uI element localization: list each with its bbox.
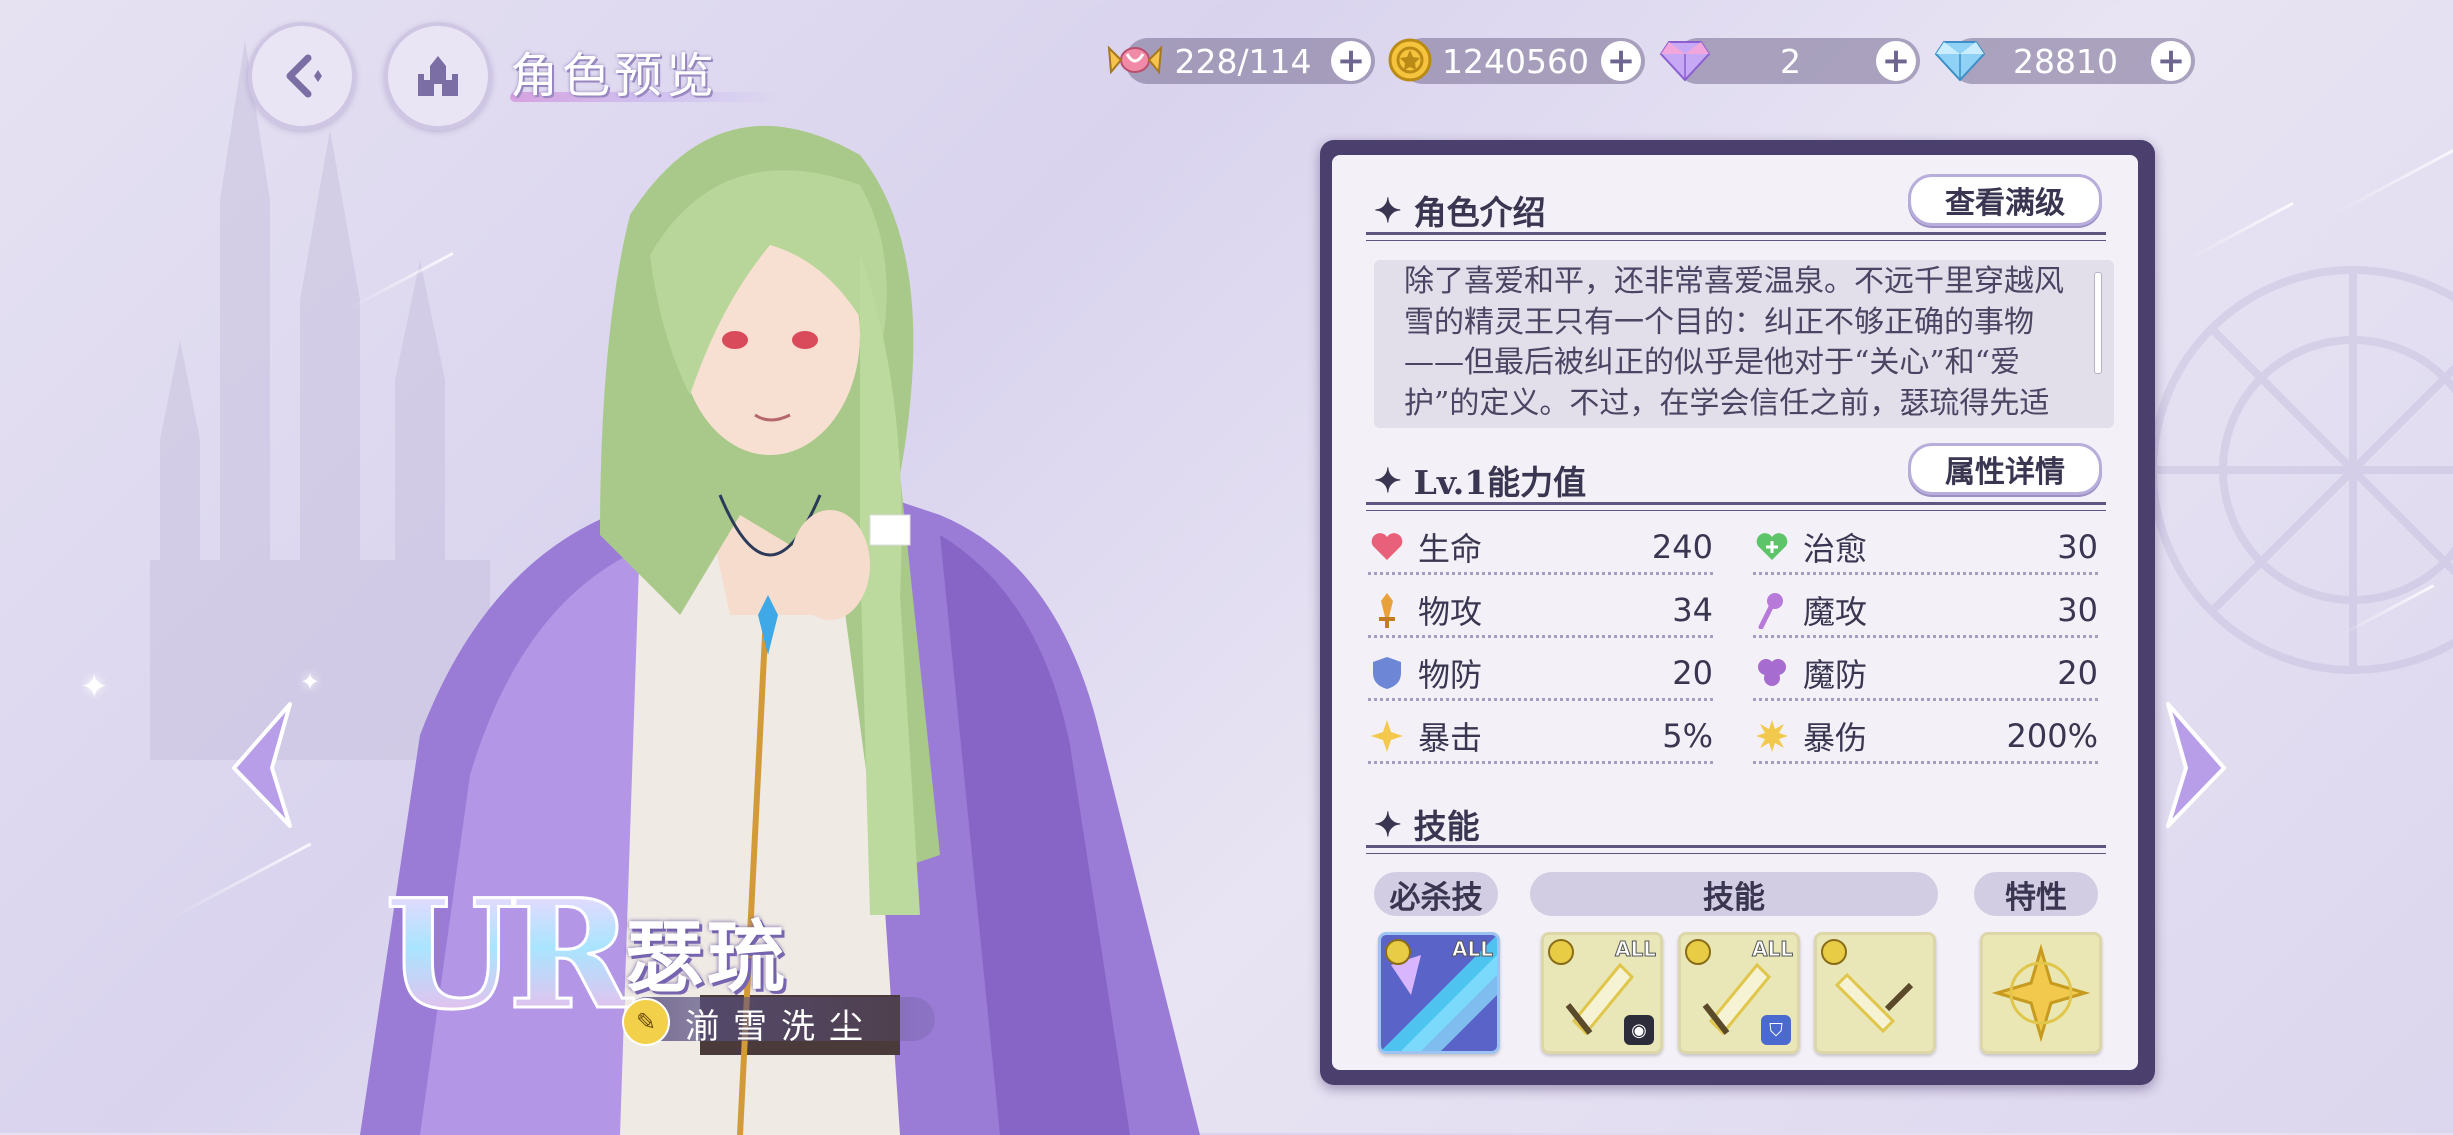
stat-value: 5% (1662, 717, 1713, 755)
section-divider (1366, 240, 2106, 241)
stat-label: 治愈 (1803, 530, 1868, 568)
description-scrollbar[interactable] (2094, 272, 2102, 374)
stat-label: 暴伤 (1803, 719, 1868, 757)
stat-magic-defense: 魔防 20 (1753, 648, 2098, 701)
heart-icon (1368, 528, 1406, 566)
stat-value: 30 (2057, 528, 2098, 566)
stat-value: 30 (2057, 591, 2098, 629)
crit-star-icon (1368, 717, 1406, 755)
heal-heart-icon (1753, 528, 1791, 566)
stat-label: 生命 (1418, 530, 1483, 568)
section-divider (1366, 853, 2106, 854)
rarity-badge: UR (383, 867, 633, 1043)
character-name: 瑟琉 (625, 912, 790, 1003)
section-divider (1366, 502, 2106, 505)
sparkle-icon: ✦ (1374, 460, 1402, 500)
attribute-details-button[interactable]: 属性详情 (1908, 443, 2102, 495)
stat-physical-defense: 物防 20 (1368, 648, 1713, 701)
resource-diamond: 28810 + (1934, 38, 2195, 84)
stat-value: 20 (2057, 654, 2098, 692)
resource-gold: 1240560 + (1388, 38, 1645, 84)
stat-value: 34 (1672, 591, 1713, 629)
character-description: 除了喜爱和平，还非常喜爱温泉。不远千里穿越风雪的精灵王只有一个目的：纠正不够正确… (1404, 264, 2064, 421)
stat-label: 魔防 (1803, 656, 1868, 694)
stat-value: 200% (2006, 717, 2098, 755)
magic-staff-icon (1753, 591, 1791, 629)
add-pink-gem-button[interactable]: + (1876, 41, 1916, 81)
candy-icon (1105, 30, 1165, 90)
skill-2-icon[interactable]: ALL ⛉ (1678, 932, 1800, 1054)
sparkle-icon: ✦ (1374, 190, 1402, 230)
stat-label: 物攻 (1418, 593, 1483, 631)
ultimate-skill-icon[interactable]: ALL (1378, 932, 1500, 1054)
stat-value: 20 (1672, 654, 1713, 692)
resource-candy: 228/114 + (1107, 38, 1375, 84)
intro-heading: ✦ 角色介绍 (1374, 186, 1546, 234)
stat-heal: 治愈 30 (1753, 522, 2098, 575)
sparkle-icon: ✦ (1374, 804, 1402, 844)
section-divider (1366, 845, 2106, 848)
gold-coin-icon (1380, 30, 1440, 90)
eye-icon: ◉ (1624, 1015, 1654, 1045)
ultimate-tag: 必杀技 (1374, 872, 1498, 916)
blue-diamond-icon (1930, 30, 1990, 90)
stats-heading-label: Lv.1能力值 (1413, 463, 1587, 502)
stat-label: 暴击 (1418, 719, 1483, 757)
light-streak (168, 842, 312, 921)
add-diamond-button[interactable]: + (2151, 41, 2191, 81)
next-character-arrow[interactable] (2160, 700, 2230, 830)
coin-badge-icon (1385, 939, 1411, 965)
character-title: 湔雪洗尘 (685, 1007, 877, 1047)
coin-badge-icon (1685, 939, 1711, 965)
add-gold-button[interactable]: + (1601, 41, 1641, 81)
coin-badge-icon (1821, 939, 1847, 965)
crit-burst-icon (1753, 717, 1791, 755)
stat-crit-damage: 暴伤 200% (1753, 711, 2098, 764)
all-target-label: ALL (1752, 937, 1794, 962)
all-target-label: ALL (1452, 937, 1494, 962)
stat-label: 物防 (1418, 656, 1483, 694)
trait-tag: 特性 (1974, 872, 2098, 916)
all-target-label: ALL (1615, 937, 1657, 962)
skills-tag: 技能 (1530, 872, 1938, 916)
skills-heading-label: 技能 (1413, 807, 1480, 846)
stat-magic-attack: 魔攻 30 (1753, 585, 2098, 638)
stat-label: 魔攻 (1803, 593, 1868, 631)
intro-heading-label: 角色介绍 (1413, 193, 1546, 232)
resource-pink-gem: 2 + (1659, 38, 1920, 84)
skills-heading: ✦ 技能 (1374, 800, 1480, 848)
stat-physical-attack: 物攻 34 (1368, 585, 1713, 638)
skill-3-icon[interactable] (1814, 932, 1936, 1054)
section-divider (1366, 232, 2106, 235)
view-max-level-button[interactable]: 查看满级 (1908, 174, 2102, 226)
coin-badge-icon (1548, 939, 1574, 965)
trait-icon[interactable] (1980, 932, 2102, 1054)
sword-icon (1368, 591, 1406, 629)
stat-value: 240 (1651, 528, 1713, 566)
shield-badge-icon: ⛉ (1761, 1015, 1791, 1045)
section-divider (1366, 510, 2106, 511)
sparkle-icon: ✦ (80, 667, 109, 707)
stats-heading: ✦ Lv.1能力值 (1374, 456, 1586, 504)
element-icon: ✎ (622, 998, 670, 1046)
skill-1-icon[interactable]: ALL ◉ (1541, 932, 1663, 1054)
magic-defense-icon (1753, 654, 1791, 692)
add-candy-button[interactable]: + (1331, 41, 1371, 81)
shield-icon (1368, 654, 1406, 692)
prev-character-arrow[interactable] (228, 700, 298, 830)
pink-gem-icon (1655, 30, 1715, 90)
stat-crit-rate: 暴击 5% (1368, 711, 1713, 764)
stat-hp: 生命 240 (1368, 522, 1713, 575)
